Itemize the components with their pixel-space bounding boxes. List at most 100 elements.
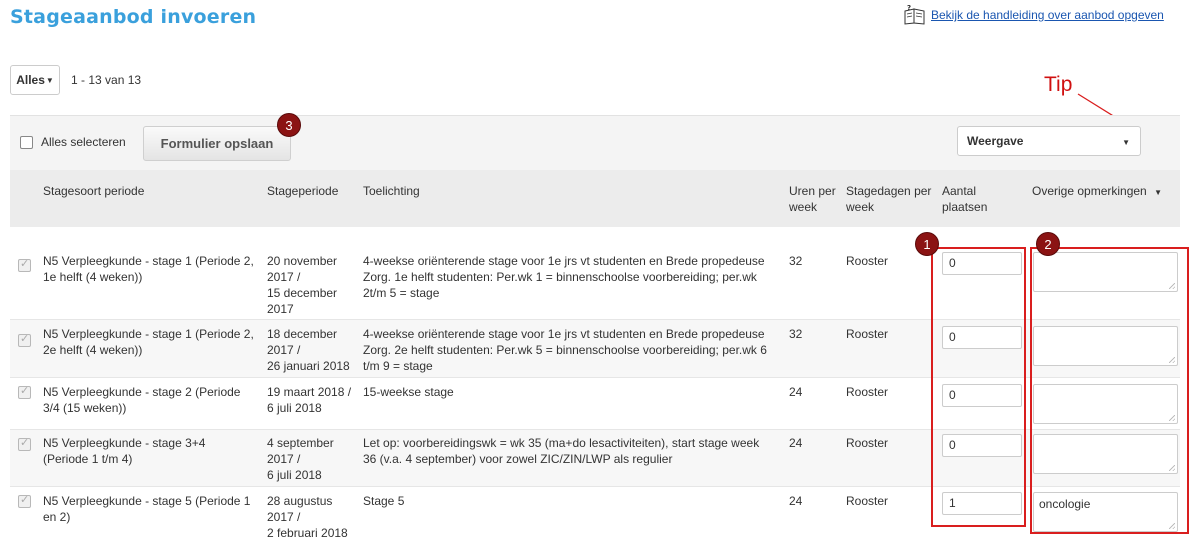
- cell-note: 15-weekse stage: [363, 384, 454, 400]
- cell-type: N5 Verpleegkunde - stage 1 (Periode 2, 1…: [43, 253, 254, 285]
- highlight-box-remarks: [1030, 247, 1189, 534]
- cell-text: 2017: [267, 302, 294, 316]
- result-count: 1 - 13 van 13: [71, 73, 142, 87]
- cell-days: Rooster: [846, 494, 889, 508]
- cell-text: 15-weekse stage: [363, 385, 454, 399]
- cell-text: 4-weekse oriënterende stage voor 1e jrs …: [363, 327, 765, 341]
- cell-text: 6 juli 2018: [267, 401, 322, 415]
- cell-period: 20 november 2017 / 15 december 2017: [267, 253, 337, 317]
- col-header-places[interactable]: Aantal plaatsen: [942, 183, 987, 215]
- col-header-days[interactable]: Stagedagen per week: [846, 183, 931, 215]
- cell-text: 15 december: [267, 286, 338, 300]
- page-title: Stageaanbod invoeren: [10, 6, 257, 28]
- cell-hours: 24: [789, 436, 803, 450]
- cell-days: Rooster: [846, 385, 889, 399]
- col-header-hours-line1: Uren per: [789, 184, 836, 198]
- help-link-text[interactable]: Bekijk de handleiding over aanbod opgeve…: [931, 8, 1164, 22]
- save-form-button[interactable]: Formulier opslaan: [143, 126, 291, 161]
- chevron-down-icon: ▼: [1122, 138, 1130, 147]
- highlight-box-places: [931, 247, 1026, 527]
- col-header-type[interactable]: Stagesoort periode: [43, 183, 144, 199]
- cell-note: 4-weekse oriënterende stage voor 1e jrs …: [363, 253, 765, 301]
- cell-text: 20 november: [267, 254, 338, 268]
- cell-text: 26 januari 2018: [267, 359, 350, 373]
- cell-period: 4 september 2017 / 6 juli 2018: [267, 435, 334, 483]
- cell-hours: 32: [789, 327, 803, 341]
- col-header-places-line1: Aantal: [942, 184, 977, 198]
- cell-text: 3/4 (15 weken)): [43, 401, 127, 415]
- select-all[interactable]: Alles selecteren: [20, 135, 126, 149]
- view-select[interactable]: Weergave ▼: [957, 126, 1141, 156]
- cell-text: 2017 /: [267, 343, 301, 357]
- cell-text: 4 september: [267, 436, 334, 450]
- cell-text: en 2): [43, 510, 71, 524]
- chevron-down-icon: ▼: [1154, 188, 1162, 197]
- cell-hours: 24: [789, 494, 803, 508]
- select-all-label: Alles selecteren: [41, 135, 126, 149]
- cell-text: t/m 9 = stage: [363, 359, 433, 373]
- cell-period: 19 maart 2018 / 6 juli 2018: [267, 384, 351, 416]
- cell-days: Rooster: [846, 254, 889, 268]
- cell-type: N5 Verpleegkunde - stage 3+4 (Periode 1 …: [43, 435, 205, 467]
- cell-type: N5 Verpleegkunde - stage 1 (Periode 2, 2…: [43, 326, 254, 358]
- cell-text: 6 juli 2018: [267, 468, 322, 482]
- cell-text: Zorg. 2e helft studenten: Per.wk 5 = bin…: [363, 343, 767, 357]
- annotation-badge-3: 3: [277, 113, 301, 137]
- col-header-remarks-label: Overige opmerkingen: [1032, 184, 1147, 198]
- col-header-note[interactable]: Toelichting: [363, 183, 420, 199]
- row-checkbox[interactable]: [18, 257, 31, 272]
- help-link[interactable]: ? Bekijk de handleiding over aanbod opge…: [904, 4, 1164, 25]
- cell-period: 28 augustus 2017 / 2 februari 2018: [267, 493, 348, 541]
- cell-text: N5 Verpleegkunde - stage 1 (Periode 2,: [43, 254, 254, 268]
- cell-hours: 24: [789, 385, 803, 399]
- col-header-hours[interactable]: Uren per week: [789, 183, 836, 215]
- cell-text: N5 Verpleegkunde - stage 3+4: [43, 436, 206, 450]
- col-header-period[interactable]: Stageperiode: [267, 183, 338, 199]
- cell-hours: 32: [789, 254, 803, 268]
- col-header-remarks[interactable]: Overige opmerkingen ▼: [1032, 183, 1162, 201]
- book-help-icon: ?: [904, 4, 926, 25]
- cell-text: N5 Verpleegkunde - stage 1 (Periode 2,: [43, 327, 254, 341]
- row-checkbox[interactable]: [18, 436, 31, 451]
- row-checkbox[interactable]: [18, 493, 31, 508]
- cell-note: Stage 5: [363, 493, 404, 509]
- row-checkbox[interactable]: [18, 384, 31, 399]
- cell-type: N5 Verpleegkunde - stage 5 (Periode 1 en…: [43, 493, 250, 525]
- cell-text: Let op: voorbereidingswk = wk 35 (ma+do …: [363, 436, 760, 450]
- cell-note: Let op: voorbereidingswk = wk 35 (ma+do …: [363, 435, 759, 467]
- view-select-label: Weergave: [967, 134, 1024, 148]
- annotation-badge-2: 2: [1036, 232, 1060, 256]
- cell-text: Zorg. 1e helft studenten: Per.wk 1 = bin…: [363, 270, 757, 284]
- col-header-days-line2: week: [846, 200, 875, 214]
- cell-text: (Periode 1 t/m 4): [43, 452, 133, 466]
- svg-text:?: ?: [907, 5, 911, 12]
- cell-days: Rooster: [846, 327, 889, 341]
- toolbar: Alles selecteren Formulier opslaan Weerg…: [10, 115, 1180, 170]
- cell-text: 2017 /: [267, 452, 301, 466]
- cell-period: 18 december 2017 / 26 januari 2018: [267, 326, 350, 374]
- cell-text: 36 (v.a. 4 september) voor zowel ZIC/ZIN…: [363, 452, 673, 466]
- table-header: Stagesoort periode Stageperiode Toelicht…: [10, 170, 1180, 227]
- cell-text: N5 Verpleegkunde - stage 5 (Periode 1: [43, 494, 251, 508]
- col-header-places-line2: plaatsen: [942, 200, 988, 214]
- cell-text: 2t/m 5 = stage: [363, 286, 440, 300]
- row-checkbox[interactable]: [18, 332, 31, 347]
- cell-text: 2e helft (4 weken)): [43, 343, 143, 357]
- annotation-badge-1: 1: [915, 232, 939, 256]
- select-all-checkbox[interactable]: [20, 135, 33, 149]
- cell-text: 18 december: [267, 327, 338, 341]
- cell-text: 28 augustus: [267, 494, 333, 508]
- cell-days: Rooster: [846, 436, 889, 450]
- cell-text: 19 maart 2018 /: [267, 385, 352, 399]
- col-header-hours-line2: week: [789, 200, 818, 214]
- cell-text: Stage 5: [363, 494, 405, 508]
- cell-text: 2017 /: [267, 510, 301, 524]
- filter-bar: Alles ▼ 1 - 13 van 13: [10, 65, 141, 95]
- scope-dropdown[interactable]: Alles ▼: [10, 65, 60, 95]
- cell-text: 1e helft (4 weken)): [43, 270, 143, 284]
- cell-text: 2 februari 2018: [267, 526, 348, 540]
- cell-text: 4-weekse oriënterende stage voor 1e jrs …: [363, 254, 765, 268]
- chevron-down-icon: ▼: [45, 75, 54, 85]
- cell-text: N5 Verpleegkunde - stage 2 (Periode: [43, 385, 241, 399]
- cell-note: 4-weekse oriënterende stage voor 1e jrs …: [363, 326, 767, 374]
